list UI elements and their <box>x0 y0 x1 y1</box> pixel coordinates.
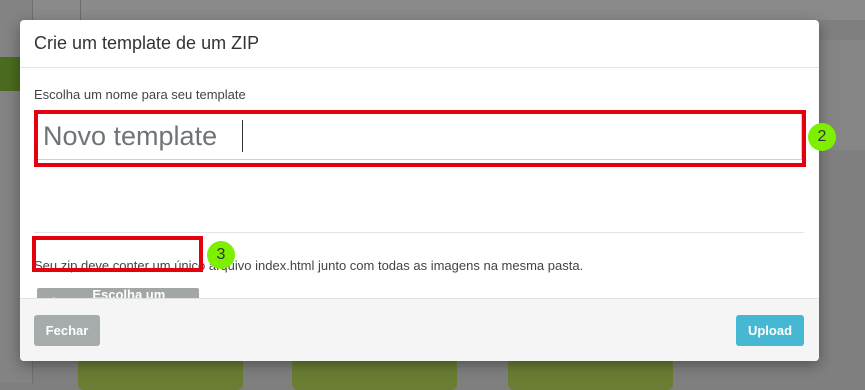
highlight-box-choose-file <box>32 236 203 272</box>
background-divider <box>80 0 81 20</box>
modal-header: Crie um template de um ZIP <box>20 20 819 68</box>
create-template-modal: Crie um template de um ZIP Escolha um no… <box>20 20 819 361</box>
template-name-label: Escolha um nome para seu template <box>34 87 246 102</box>
upload-button[interactable]: Upload <box>736 315 804 346</box>
step-badge-2: 2 <box>808 123 836 151</box>
modal-title: Crie um template de um ZIP <box>34 33 260 53</box>
modal-footer: Fechar Upload <box>20 298 819 361</box>
highlight-box-name-input <box>34 110 806 167</box>
background-top-bar <box>0 0 865 20</box>
close-button[interactable]: Fechar <box>34 315 100 346</box>
body-divider <box>34 232 804 233</box>
step-badge-3: 3 <box>207 241 235 269</box>
